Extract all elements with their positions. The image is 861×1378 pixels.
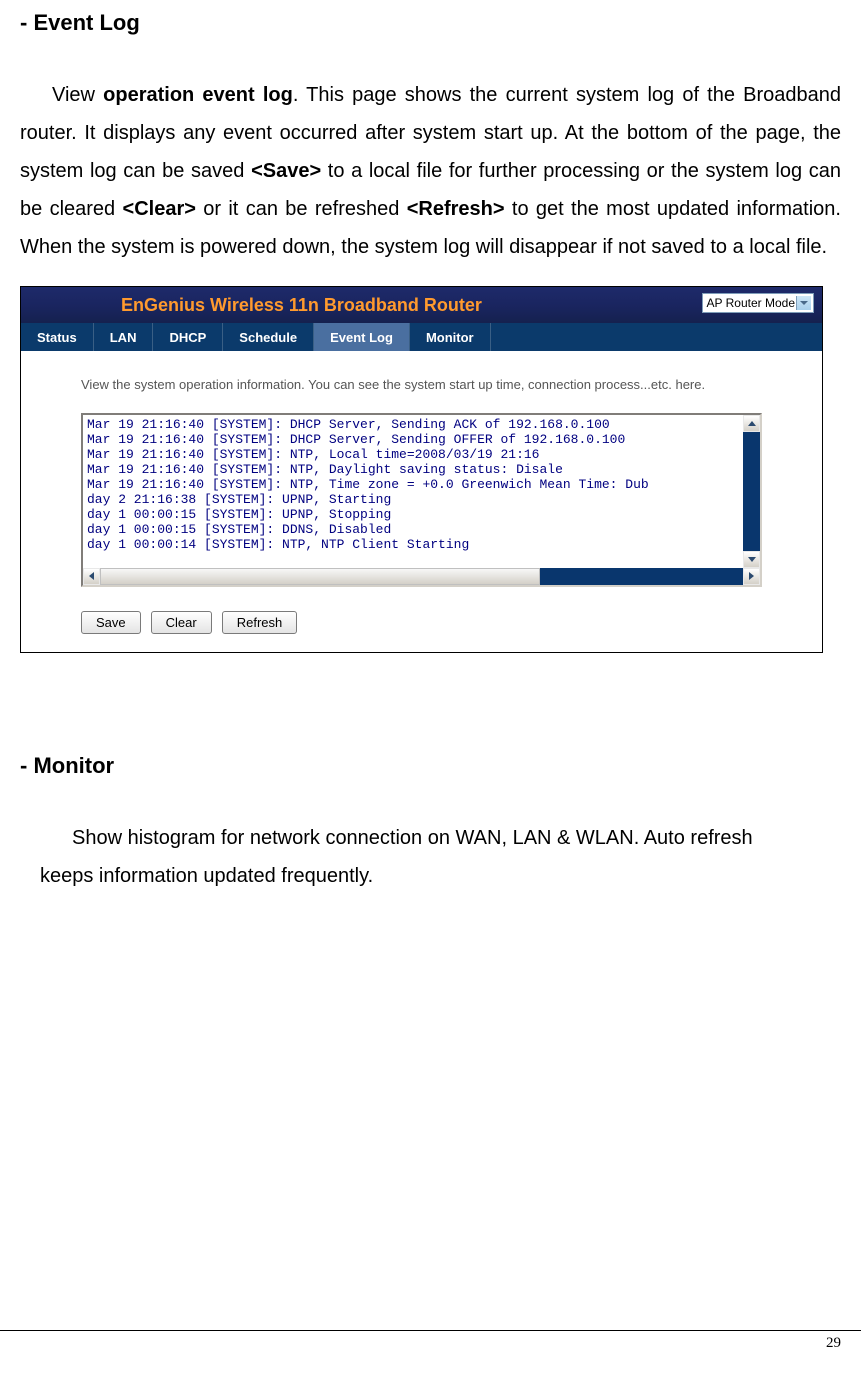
log-content: Mar 19 21:16:40 [SYSTEM]: DHCP Server, S… bbox=[83, 415, 760, 554]
log-line: day 1 00:00:14 [SYSTEM]: NTP, NTP Client… bbox=[87, 537, 756, 552]
scroll-track[interactable] bbox=[743, 432, 760, 551]
save-button[interactable]: Save bbox=[81, 611, 141, 634]
text: Show histogram for network connection on… bbox=[40, 819, 821, 857]
tab-schedule[interactable]: Schedule bbox=[223, 323, 314, 351]
text-bold: <Clear> bbox=[123, 198, 196, 220]
mode-dropdown[interactable]: AP Router Mode bbox=[702, 293, 815, 313]
scroll-thumb[interactable] bbox=[100, 568, 540, 585]
arrow-left-icon bbox=[89, 572, 94, 580]
log-line: day 1 00:00:15 [SYSTEM]: UPNP, Stopping bbox=[87, 507, 756, 522]
tab-event-log[interactable]: Event Log bbox=[314, 323, 410, 351]
scroll-right-button[interactable] bbox=[743, 568, 760, 585]
heading-monitor: - Monitor bbox=[20, 753, 841, 779]
admin-body: View the system operation information. Y… bbox=[21, 351, 822, 652]
log-line: Mar 19 21:16:40 [SYSTEM]: NTP, Local tim… bbox=[87, 447, 756, 462]
text: or it can be refreshed bbox=[196, 198, 407, 220]
tab-status[interactable]: Status bbox=[21, 323, 94, 351]
nav-tabs: Status LAN DHCP Schedule Event Log Monit… bbox=[21, 323, 822, 351]
log-line: Mar 19 21:16:40 [SYSTEM]: NTP, Daylight … bbox=[87, 462, 756, 477]
event-log-paragraph: View operation event log. This page show… bbox=[20, 76, 841, 266]
refresh-button[interactable]: Refresh bbox=[222, 611, 298, 634]
tab-lan[interactable]: LAN bbox=[94, 323, 154, 351]
scroll-left-button[interactable] bbox=[83, 568, 100, 585]
chevron-down-icon bbox=[800, 301, 808, 305]
horizontal-scrollbar[interactable] bbox=[83, 568, 760, 585]
text: keeps information updated frequently. bbox=[40, 857, 821, 895]
monitor-paragraph: Show histogram for network connection on… bbox=[40, 819, 821, 895]
text-bold: <Refresh> bbox=[407, 198, 505, 220]
heading-event-log: - Event Log bbox=[20, 10, 841, 36]
scroll-track[interactable] bbox=[100, 568, 743, 585]
banner: EnGenius Wireless 11n Broadband Router A… bbox=[21, 287, 822, 323]
banner-title: EnGenius Wireless 11n Broadband Router bbox=[121, 295, 482, 316]
vertical-scrollbar[interactable] bbox=[743, 415, 760, 568]
log-line: day 2 21:16:38 [SYSTEM]: UPNP, Starting bbox=[87, 492, 756, 507]
admin-description: View the system operation information. Y… bbox=[81, 375, 762, 395]
log-line: Mar 19 21:16:40 [SYSTEM]: NTP, Time zone… bbox=[87, 477, 756, 492]
scroll-up-button[interactable] bbox=[743, 415, 760, 432]
text: View bbox=[52, 84, 103, 106]
log-line: Mar 19 21:16:40 [SYSTEM]: DHCP Server, S… bbox=[87, 417, 756, 432]
log-line: day 1 00:00:15 [SYSTEM]: DDNS, Disabled bbox=[87, 522, 756, 537]
router-admin-screenshot: EnGenius Wireless 11n Broadband Router A… bbox=[20, 286, 823, 653]
page-number: 29 bbox=[0, 1331, 861, 1362]
text-bold: operation event log bbox=[103, 84, 293, 106]
scroll-down-button[interactable] bbox=[743, 551, 760, 568]
arrow-down-icon bbox=[748, 557, 756, 562]
tab-dhcp[interactable]: DHCP bbox=[153, 323, 223, 351]
arrow-right-icon bbox=[749, 572, 754, 580]
tab-monitor[interactable]: Monitor bbox=[410, 323, 491, 351]
text-bold: <Save> bbox=[251, 160, 321, 182]
mode-dropdown-value: AP Router Mode bbox=[707, 296, 796, 310]
arrow-up-icon bbox=[748, 421, 756, 426]
clear-button[interactable]: Clear bbox=[151, 611, 212, 634]
event-log-textarea[interactable]: Mar 19 21:16:40 [SYSTEM]: DHCP Server, S… bbox=[81, 413, 762, 587]
log-line: Mar 19 21:16:40 [SYSTEM]: DHCP Server, S… bbox=[87, 432, 756, 447]
button-row: Save Clear Refresh bbox=[81, 611, 762, 634]
